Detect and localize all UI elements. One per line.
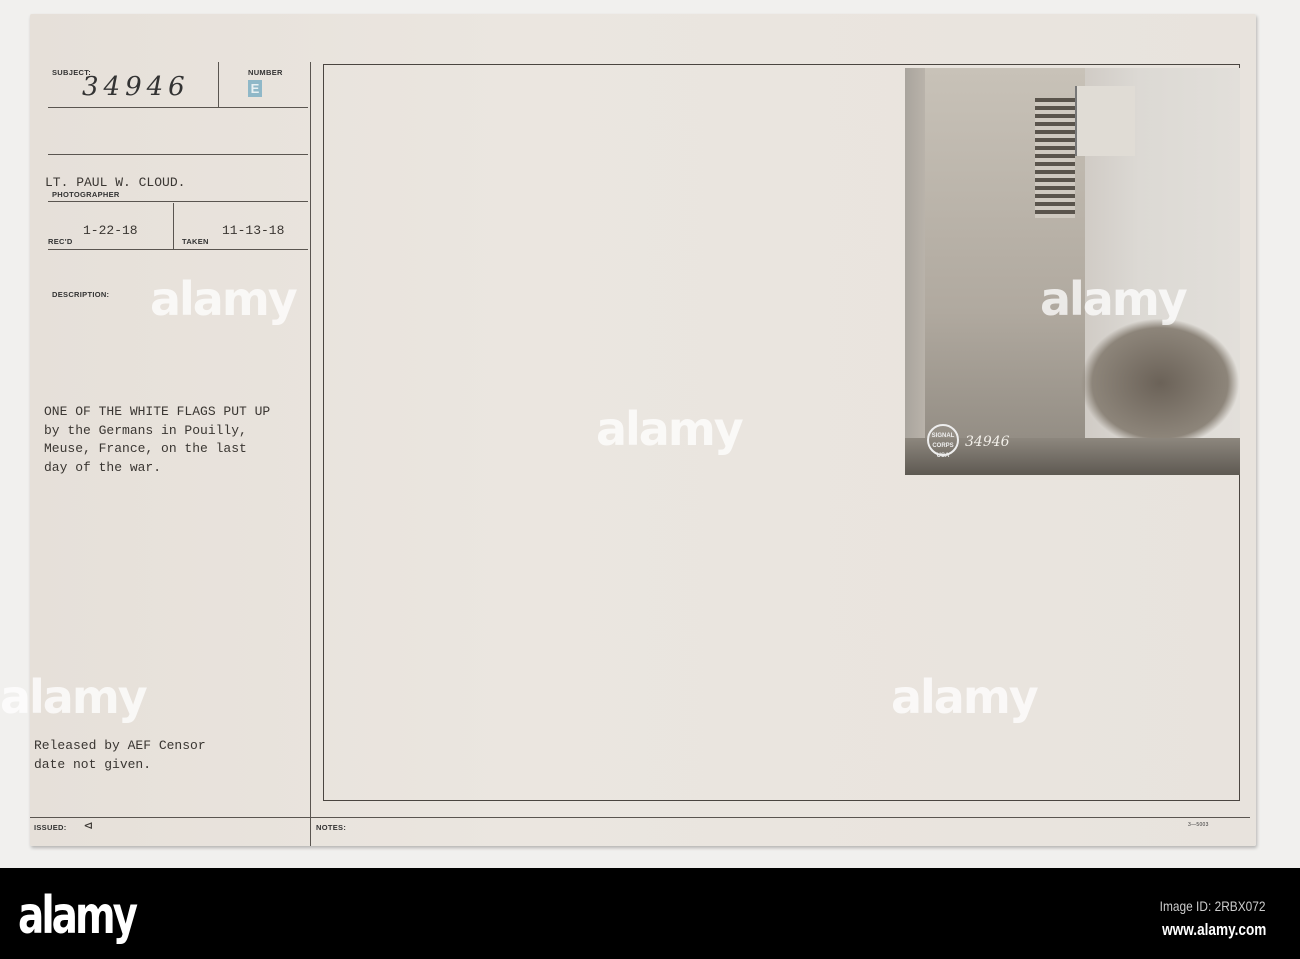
description-line: ONE OF THE WHITE FLAGS PUT UP — [44, 404, 271, 419]
recd-label: REC'D — [48, 237, 73, 246]
release-line: date not given. — [34, 756, 152, 772]
watermark: alamy — [891, 670, 1039, 724]
photographer-label: PHOTOGRAPHER — [52, 190, 120, 199]
signal-corps-seal: SIGNAL CORPS USA — [927, 424, 959, 459]
release-line: Released by AEF Censor — [34, 738, 206, 753]
taken-label: TAKEN — [182, 237, 209, 246]
watermark: alamy — [0, 670, 148, 724]
white-flag — [1075, 86, 1135, 156]
description-line: Meuse, France, on the last — [44, 441, 247, 456]
number-stamp: E — [248, 80, 262, 97]
release-text: Released by AEF Censor date not given. — [34, 737, 206, 774]
footer-band: alamy Image ID: 2RBX072 www.alamy.com — [0, 868, 1300, 959]
subject-number: 34946 — [82, 72, 190, 102]
divider — [48, 107, 308, 108]
description-line: by the Germans in Pouilly, — [44, 422, 247, 438]
image-id: Image ID: 2RBX072 — [1160, 898, 1266, 914]
recd-date: 1-22-18 — [83, 223, 138, 238]
issued-mark: ⊲ — [84, 819, 93, 835]
description-line: day of the war. — [44, 459, 162, 475]
divider — [48, 249, 308, 250]
divider — [48, 154, 308, 155]
divider — [173, 203, 174, 249]
divider — [218, 62, 219, 107]
column-divider — [310, 62, 311, 846]
form-code: 3—5003 — [1188, 822, 1209, 828]
site-url: www.alamy.com — [1161, 920, 1266, 939]
description-text: ONE OF THE WHITE FLAGS PUT UP by the Ger… — [44, 403, 270, 477]
taken-date: 11-13-18 — [222, 223, 285, 238]
watermark: alamy — [1040, 272, 1188, 326]
watermark: alamy — [596, 402, 744, 456]
description-label: DESCRIPTION: — [52, 290, 110, 299]
footer-divider — [30, 817, 1250, 818]
divider — [48, 201, 308, 202]
watermark: alamy — [150, 272, 298, 326]
number-label: NUMBER — [248, 68, 283, 77]
alamy-logo: alamy — [18, 886, 138, 946]
issued-label: ISSUED: — [34, 823, 67, 832]
notes-label: NOTES: — [316, 823, 347, 832]
negative-number: 34946 — [965, 434, 1010, 450]
